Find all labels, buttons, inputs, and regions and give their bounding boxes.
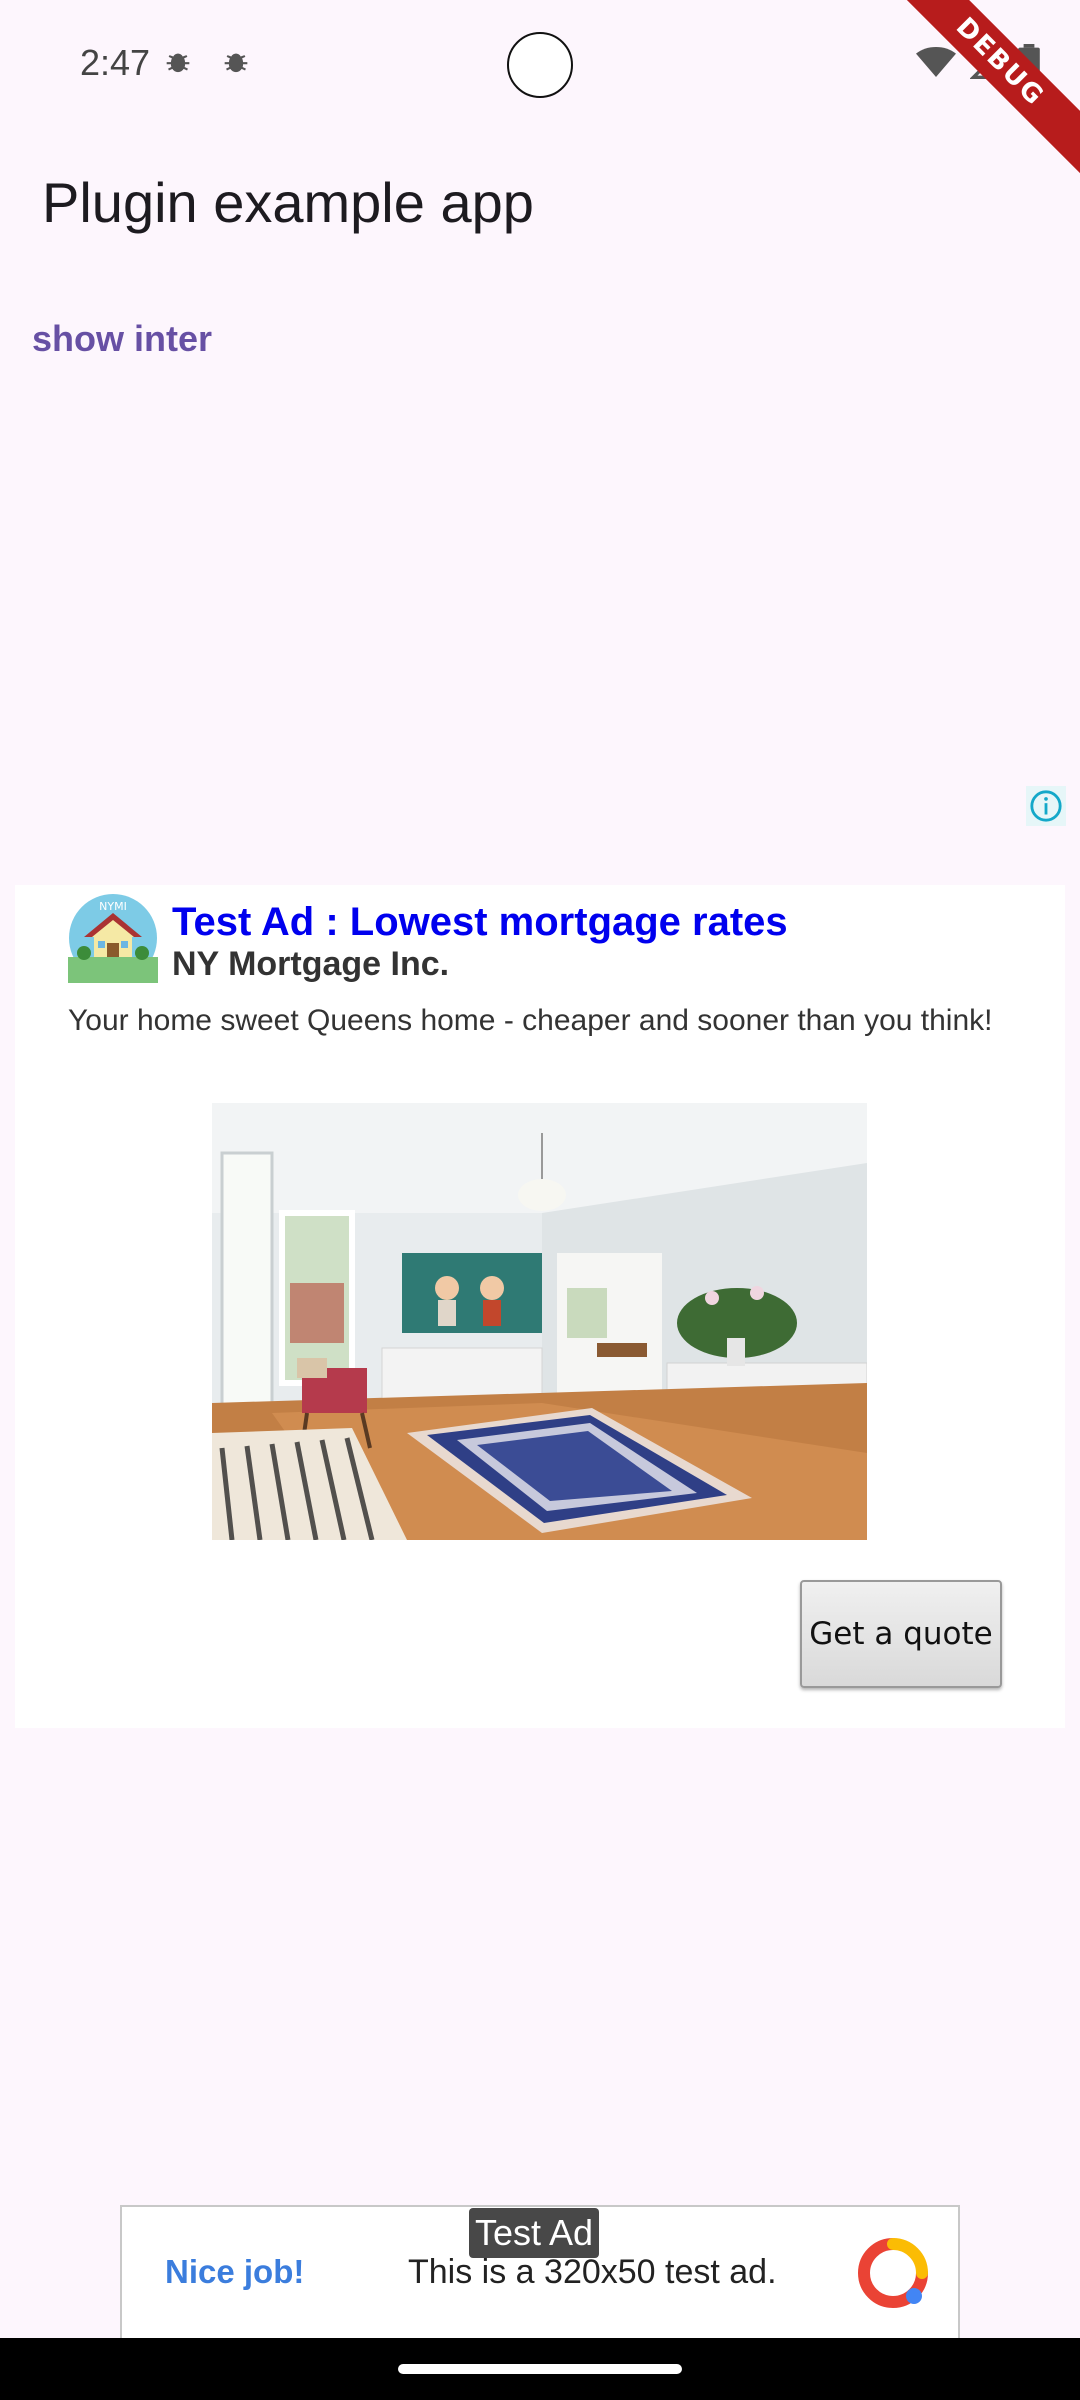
ad-advertiser: NY Mortgage Inc. (172, 945, 450, 983)
banner-nice-job-text: Nice job! (165, 2253, 305, 2290)
camera-cutout (507, 32, 573, 98)
status-time: 2:47 (80, 42, 151, 83)
logo-text: NYMI (99, 900, 127, 913)
adchoices-info-icon[interactable] (1026, 786, 1066, 826)
test-ad-tag: Test Ad (469, 2208, 600, 2258)
status-bar: 2:47 DEBUG (0, 0, 1080, 184)
wifi-icon (916, 47, 956, 77)
bug-icon (224, 53, 248, 73)
admob-logo-icon (858, 2238, 928, 2308)
banner-ad-text: This is a 320x50 test ad. (408, 2253, 777, 2291)
ad-headline[interactable]: Test Ad : Lowest mortgage rates (172, 900, 788, 945)
get-a-quote-button[interactable]: Get a quote (800, 1580, 1002, 1688)
advertiser-logo-icon: NYMI (68, 894, 158, 983)
debug-banner: DEBUG (878, 0, 1080, 184)
living-room-photo[interactable] (212, 1103, 867, 1540)
show-inter-button[interactable]: show inter (32, 318, 212, 360)
ad-body-text: Your home sweet Queens home - cheaper an… (68, 1004, 993, 1037)
bug-icon (166, 53, 190, 73)
home-gesture-handle[interactable] (398, 2364, 682, 2374)
page-title: Plugin example app (42, 171, 534, 234)
